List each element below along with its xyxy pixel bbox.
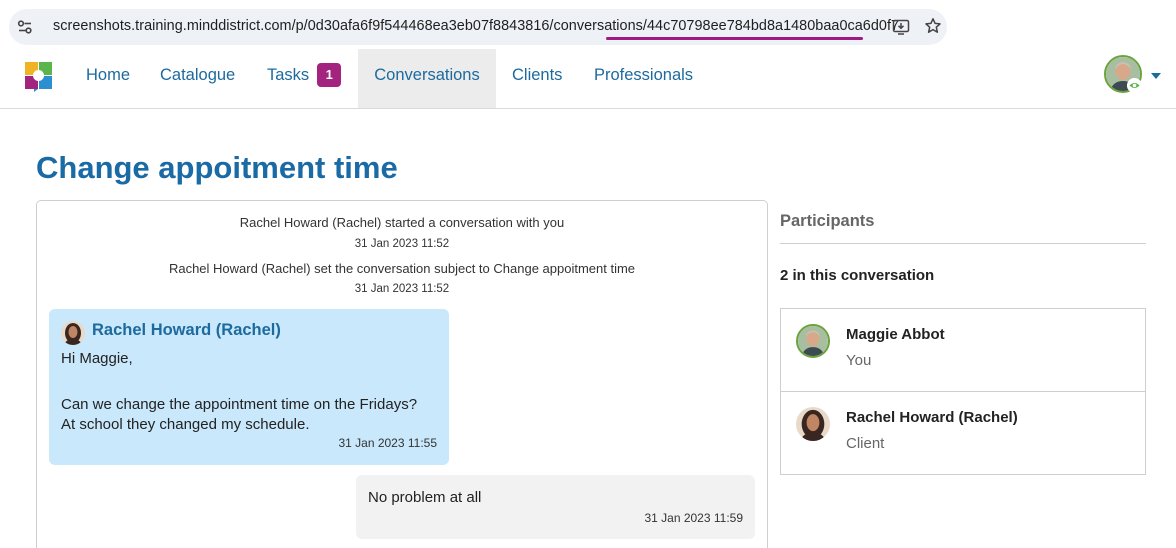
chevron-down-icon[interactable]: [1151, 73, 1161, 79]
url-highlight-underline: [606, 37, 863, 40]
participants-heading: Participants: [780, 212, 875, 230]
nav-tasks-label: Tasks: [267, 66, 310, 84]
message-text-line: Can we change the appointment time on th…: [61, 396, 418, 413]
main-navbar: Home Catalogue Tasks 1 Conversations Clie…: [0, 49, 1176, 109]
system-event-text: Rachel Howard (Rachel) started a convers…: [239, 215, 565, 230]
eye-icon: [1127, 78, 1142, 93]
page-title: Change appoitment time: [36, 150, 398, 185]
site-settings-icon[interactable]: [17, 19, 33, 35]
participant-role: You: [846, 352, 872, 369]
message-bubble-incoming: Rachel Howard (Rachel) Hi Maggie, Can we…: [49, 309, 449, 465]
nav-conversations[interactable]: Conversations: [358, 49, 496, 108]
message-text-line: Hi Maggie,: [61, 350, 133, 367]
url-prefix: screenshots.training.minddistrict.com/p/…: [53, 18, 643, 34]
participant-role: Client: [846, 435, 885, 452]
divider: [780, 243, 1146, 244]
participant-avatar: [796, 324, 830, 358]
participant-item[interactable]: Rachel Howard (Rachel) Client: [781, 391, 1145, 474]
system-event-time: 31 Jan 2023 11:52: [354, 283, 450, 295]
participant-name: Rachel Howard (Rachel): [846, 409, 1018, 426]
bookmark-star-icon[interactable]: [924, 17, 942, 35]
message-sender-name[interactable]: Rachel Howard (Rachel): [92, 321, 281, 340]
browser-toolbar: screenshots.training.minddistrict.com/p/…: [0, 0, 1176, 52]
sender-avatar-image: [61, 321, 85, 345]
conversation-panel: Rachel Howard (Rachel) started a convers…: [36, 200, 768, 548]
participant-avatar-image: [798, 326, 828, 356]
message-text-line: No problem at all: [368, 489, 482, 506]
system-event-time: 31 Jan 2023 11:52: [354, 238, 450, 250]
participant-avatar: [796, 407, 830, 441]
message-bubble-outgoing: No problem at all 31 Jan 2023 11:59: [356, 475, 755, 539]
nav-clients[interactable]: Clients: [512, 49, 562, 108]
tasks-count-badge: 1: [317, 63, 342, 87]
url-highlight: /44c70798ee784bd8a1480baa0ca6d0f7: [642, 18, 900, 34]
url-text[interactable]: screenshots.training.minddistrict.com/p/…: [53, 18, 899, 34]
nav-catalogue-label: Catalogue: [160, 66, 236, 84]
install-app-icon[interactable]: [892, 18, 910, 36]
message-text-line: At school they changed my schedule.: [61, 416, 310, 433]
nav-professionals-label: Professionals: [594, 66, 694, 84]
nav-professionals[interactable]: Professionals: [594, 49, 693, 108]
nav-home[interactable]: Home: [86, 49, 130, 108]
participant-name: Maggie Abbot: [846, 326, 945, 343]
nav-clients-label: Clients: [512, 66, 563, 84]
nav-tasks[interactable]: Tasks 1: [267, 49, 342, 108]
participant-item[interactable]: Maggie Abbot You: [781, 309, 1145, 392]
system-event-text: Rachel Howard (Rachel) set the conversat…: [168, 261, 636, 276]
participant-avatar-image: [796, 407, 830, 441]
nav-catalogue[interactable]: Catalogue: [160, 49, 235, 108]
nav-home-label: Home: [86, 66, 131, 84]
sender-avatar: [61, 321, 85, 345]
nav-conversations-label: Conversations: [374, 66, 480, 84]
participants-count: 2 in this conversation: [780, 267, 935, 284]
message-time: 31 Jan 2023 11:59: [644, 511, 743, 525]
minddistrict-logo[interactable]: [24, 61, 54, 93]
message-time: 31 Jan 2023 11:55: [338, 436, 437, 450]
participants-list: Maggie Abbot You Rachel Howard (Rachel) …: [780, 308, 1146, 475]
